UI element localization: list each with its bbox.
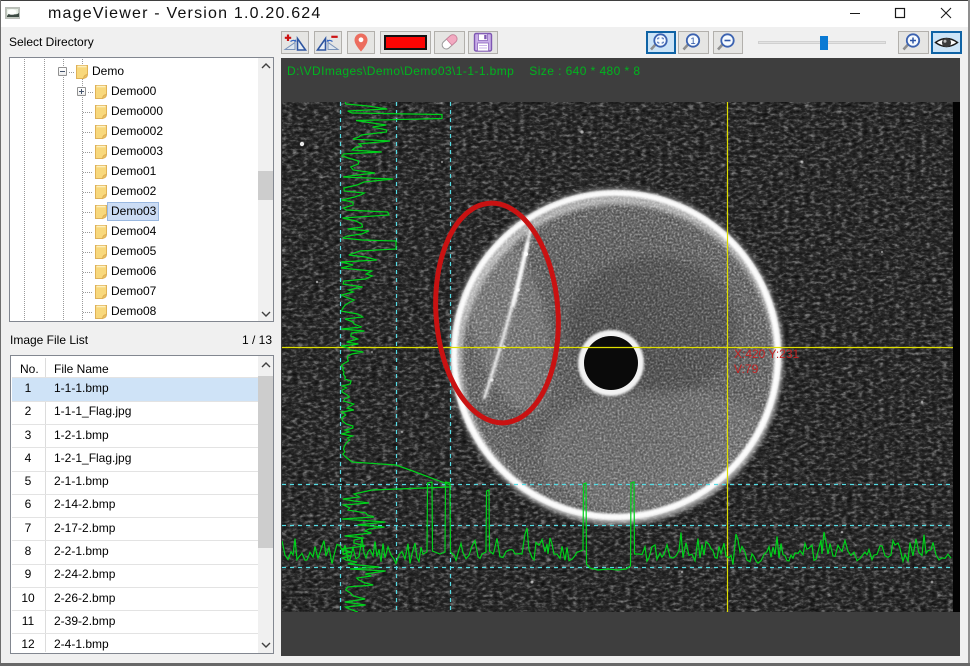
svg-text:D:\VDImages\Demo\Demo03\1-1-1.: D:\VDImages\Demo\Demo03\1-1-1.bmp Size :…: [287, 64, 640, 78]
svg-text:V:79: V:79: [734, 362, 759, 376]
svg-text:1: 1: [690, 36, 695, 47]
svg-text:X:420 Y:231: X:420 Y:231: [734, 347, 800, 361]
